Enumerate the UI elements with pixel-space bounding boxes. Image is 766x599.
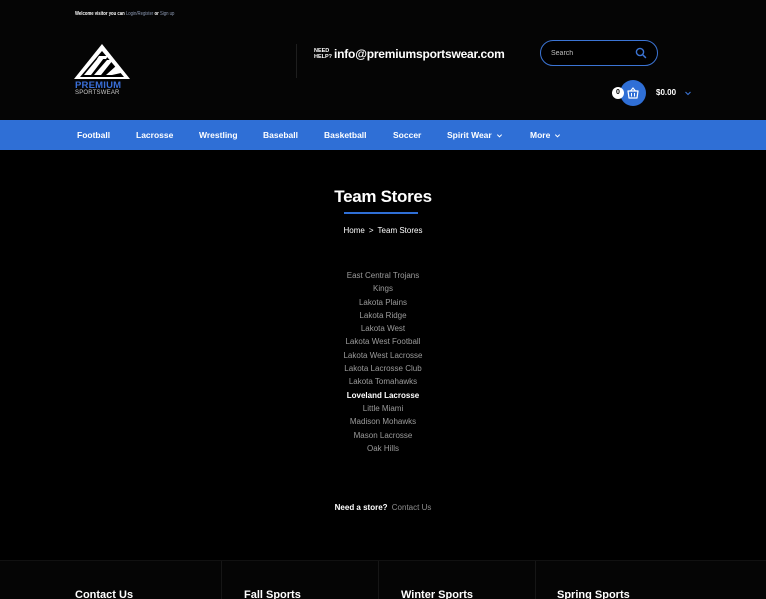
signup-link[interactable]: Sign up [160, 11, 174, 17]
store-link[interactable]: Lakota West Football [0, 335, 766, 348]
nav-item-wrestling[interactable]: Wrestling [199, 120, 238, 150]
footer-heading-fall-sports: Fall Sports [244, 589, 301, 599]
header-divider [296, 44, 297, 78]
cart-count-badge: 0 [612, 87, 624, 99]
nav-item-spirit-wear-label: Spirit Wear [447, 130, 492, 140]
contact-email-link[interactable]: info@premiumsportswear.com [334, 47, 505, 61]
title-underline [344, 212, 418, 214]
footer-heading-contact-us: Contact Us [75, 589, 134, 599]
need-store-line: Need a store? Contact Us [0, 503, 766, 512]
welcome-message: Welcome visitor you can Login/Register o… [75, 11, 174, 17]
nav-item-spirit-wear[interactable]: Spirit Wear [447, 120, 503, 150]
breadcrumb-current: Team Stores [377, 226, 423, 235]
store-link[interactable]: Little Miami [0, 402, 766, 415]
search-icon[interactable] [634, 46, 648, 60]
basket-icon [627, 87, 639, 99]
need-store-label: Need a store? [334, 503, 388, 512]
cart-total[interactable]: $0.00 [656, 88, 676, 97]
login-register-link[interactable]: Login/Register [126, 11, 153, 17]
nav-item-baseball[interactable]: Baseball [263, 120, 298, 150]
store-link[interactable]: Lakota Ridge [0, 309, 766, 322]
chevron-down-icon [555, 134, 561, 138]
nav-item-basketball[interactable]: Basketball [324, 120, 367, 150]
nav-item-more[interactable]: More [530, 120, 561, 150]
welcome-prefix: Welcome visitor you can [75, 11, 125, 17]
footer-heading-spring-sports: Spring Sports [557, 589, 630, 599]
store-link[interactable]: East Central Trojans [0, 269, 766, 282]
team-store-list: East Central Trojans Kings Lakota Plains… [0, 269, 766, 455]
store-link[interactable]: Mason Lacrosse [0, 429, 766, 442]
store-link[interactable]: Lakota Plains [0, 296, 766, 309]
welcome-or: or [154, 11, 159, 17]
store-link[interactable]: Lakota Lacrosse Club [0, 362, 766, 375]
nav-item-more-label: More [530, 130, 551, 140]
contact-us-link[interactable]: Contact Us [392, 503, 432, 512]
store-link[interactable]: Lakota West Lacrosse [0, 349, 766, 362]
breadcrumb: Home > Team Stores [0, 226, 766, 235]
need-help-label: NEED HELP? [314, 48, 333, 60]
top-bar: Welcome visitor you can Login/Register o… [0, 0, 766, 120]
footer-heading-winter-sports: Winter Sports [401, 589, 474, 599]
site-logo[interactable]: PREMIUM SPORTSWEAR [72, 42, 132, 102]
page-title: Team Stores [334, 187, 432, 206]
nav-item-soccer[interactable]: Soccer [393, 120, 421, 150]
nav-item-football[interactable]: Football [77, 120, 110, 150]
store-link[interactable]: Madison Mohawks [0, 415, 766, 428]
footer-divider [378, 561, 379, 599]
breadcrumb-separator: > [368, 226, 374, 235]
footer-divider [221, 561, 222, 599]
logo-text-sportswear: SPORTSWEAR [75, 90, 120, 96]
store-link[interactable]: Lakota Tomahawks [0, 375, 766, 388]
footer-divider [535, 561, 536, 599]
cart-chevron-down-icon[interactable] [684, 89, 692, 97]
store-link[interactable]: Kings [0, 282, 766, 295]
nav-item-lacrosse[interactable]: Lacrosse [136, 120, 173, 150]
store-link[interactable]: Lakota West [0, 322, 766, 335]
store-link[interactable]: Oak Hills [0, 442, 766, 455]
search-input[interactable] [551, 47, 631, 60]
breadcrumb-home[interactable]: Home [344, 226, 365, 235]
chevron-down-icon [496, 134, 502, 138]
search-box [540, 40, 658, 66]
store-link-hovered[interactable]: Loveland Lacrosse [0, 389, 766, 402]
footer: Contact Us Fall Sports Winter Sports Spr… [0, 560, 766, 599]
logo-mark-icon [74, 44, 130, 79]
main-nav: Football Lacrosse Wrestling Baseball Bas… [0, 120, 766, 150]
